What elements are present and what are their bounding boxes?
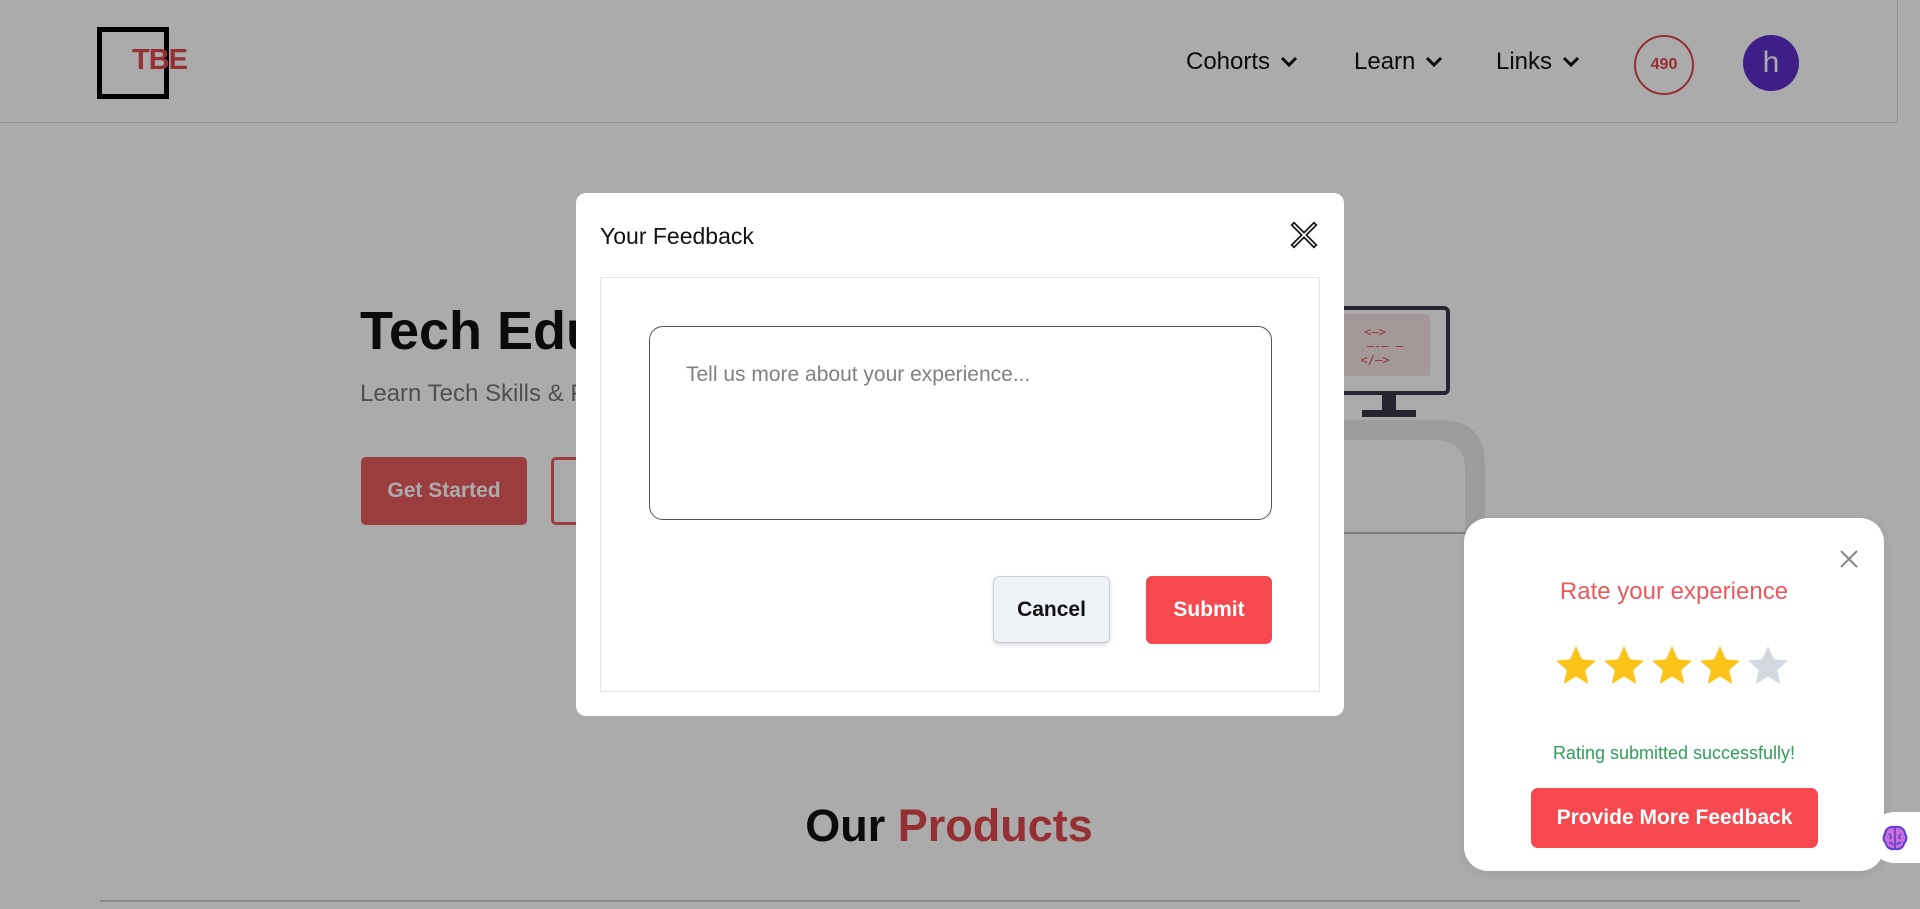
rating-title: Rate your experience — [1559, 578, 1789, 605]
star-icon[interactable] — [1648, 642, 1696, 690]
rating-status-message: Rating submitted successfully! — [1552, 743, 1796, 763]
feedback-textarea[interactable] — [649, 326, 1272, 520]
star-icon[interactable] — [1744, 642, 1792, 690]
star-rating — [1552, 642, 1792, 690]
rating-widget: Rate your experience Rating submitted su… — [1464, 518, 1884, 871]
close-rating-icon[interactable] — [1838, 548, 1860, 570]
close-modal-button[interactable] — [1289, 220, 1319, 250]
modal-body: Cancel Submit — [600, 277, 1320, 692]
brain-icon — [1882, 825, 1907, 850]
feedback-modal: Your Feedback Cancel Submit — [576, 193, 1344, 716]
star-icon[interactable] — [1600, 642, 1648, 690]
ai-assistant-button[interactable] — [1869, 812, 1920, 863]
close-x-icon — [1290, 221, 1318, 249]
star-icon[interactable] — [1552, 642, 1600, 690]
cancel-button[interactable]: Cancel — [993, 576, 1110, 643]
star-icon[interactable] — [1696, 642, 1744, 690]
provide-more-feedback-button[interactable]: Provide More Feedback — [1531, 788, 1818, 848]
submit-button[interactable]: Submit — [1146, 576, 1272, 644]
modal-title: Your Feedback — [600, 223, 754, 249]
